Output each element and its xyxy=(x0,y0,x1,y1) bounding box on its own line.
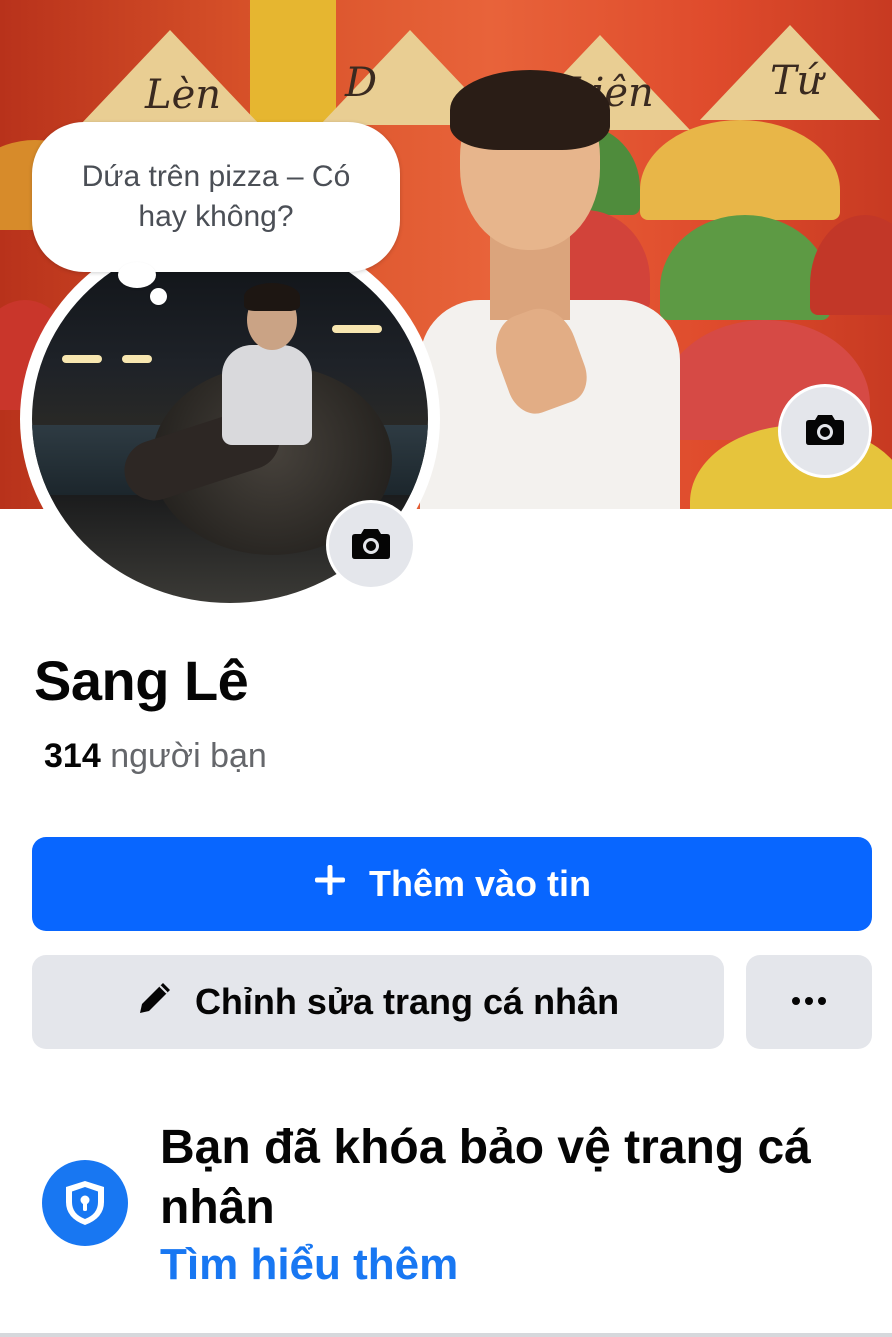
profile-name: Sang Lê xyxy=(34,649,249,712)
profile-page: Lèn D Liên Tứ Dứa trên pizza – Có hay kh… xyxy=(0,0,892,1337)
note-bubble-tail xyxy=(118,262,156,288)
more-options-button[interactable] xyxy=(746,955,872,1049)
cover-hat-text: D xyxy=(345,60,378,106)
note-bubble-tail xyxy=(150,288,167,305)
incense-fan xyxy=(810,215,892,315)
edit-avatar-button[interactable] xyxy=(326,500,416,590)
cover-person xyxy=(420,70,700,509)
shield-lock-icon xyxy=(42,1160,128,1246)
add-to-story-button[interactable]: Thêm vào tin xyxy=(32,837,872,931)
note-text: Dứa trên pizza – Có hay không? xyxy=(81,160,351,233)
friends-count-number: 314 xyxy=(44,737,101,775)
edit-cover-button[interactable] xyxy=(778,384,872,478)
learn-more-link[interactable]: Tìm hiểu thêm xyxy=(160,1240,458,1290)
camera-icon xyxy=(351,526,391,565)
profile-lock-title: Bạn đã khóa bảo vệ trang cá nhân xyxy=(160,1121,811,1234)
friends-count-label: người bạn xyxy=(110,737,267,775)
friends-count[interactable]: 314 người bạn xyxy=(44,737,267,776)
profile-note-bubble[interactable]: Dứa trên pizza – Có hay không? xyxy=(32,122,400,272)
camera-icon xyxy=(805,412,845,451)
plus-icon xyxy=(313,863,347,906)
pencil-icon xyxy=(137,980,173,1025)
divider xyxy=(0,1333,892,1337)
add-to-story-label: Thêm vào tin xyxy=(368,863,592,904)
cover-hat-text: Tứ xyxy=(770,58,823,104)
more-icon xyxy=(791,993,827,1011)
edit-profile-button[interactable]: Chỉnh sửa trang cá nhân xyxy=(32,955,724,1049)
edit-profile-label: Chỉnh sửa trang cá nhân xyxy=(194,981,620,1022)
cover-hat-text: Lèn xyxy=(145,72,221,118)
